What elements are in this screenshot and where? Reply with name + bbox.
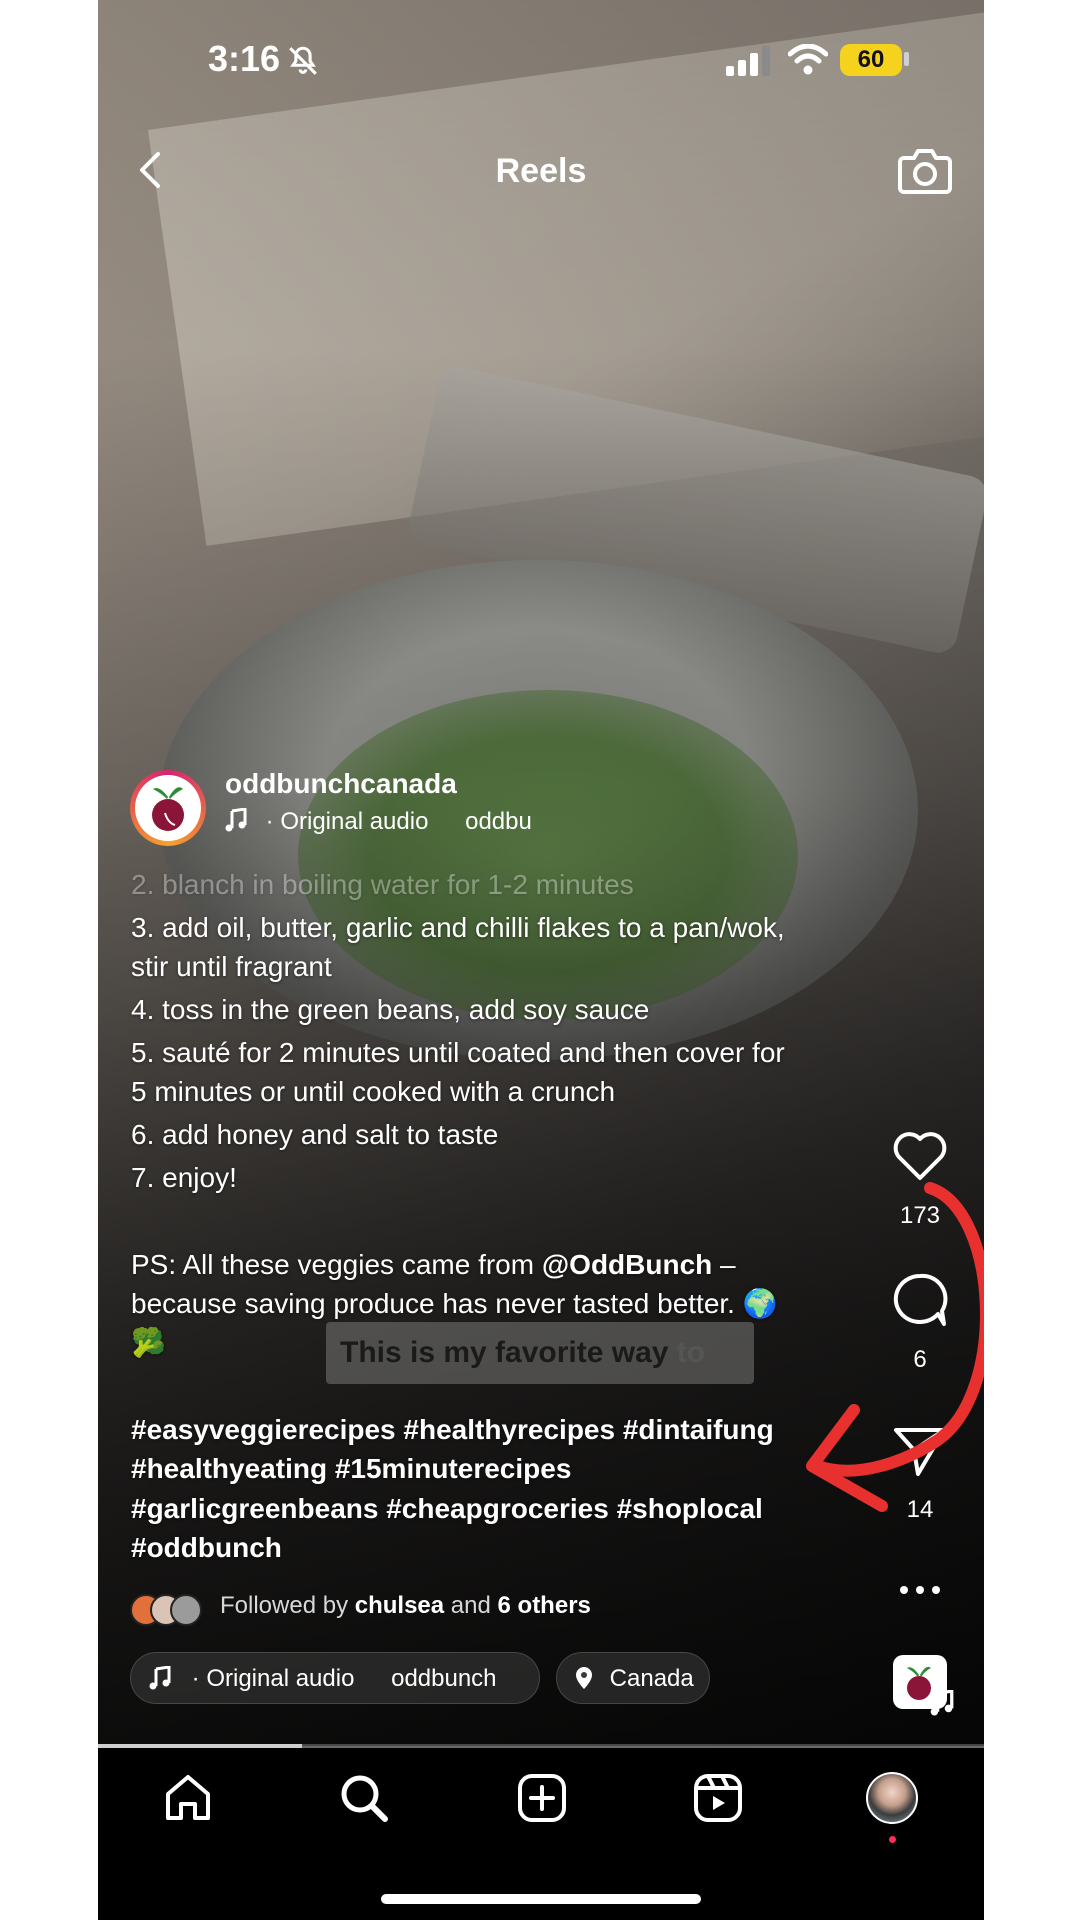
ps-suffix: – [712, 1249, 736, 1280]
ps-prefix: PS: All these veggies came from [131, 1249, 535, 1280]
caption-line: 4. toss in the green beans, add soy sauc… [131, 994, 650, 1025]
caption-line: 2. blanch in boiling water for 1-2 minut… [131, 869, 634, 900]
home-icon[interactable] [162, 1772, 214, 1824]
followed-by[interactable]: Followed by chulsea and 6 others [220, 1592, 591, 1620]
chip-audio-label: · Original audio [191, 1665, 355, 1692]
caption-line: 3. add oil, butter, garlic and chilli fl… [131, 912, 785, 943]
music-note-icon [930, 1690, 954, 1716]
battery-tip [904, 52, 909, 66]
caption-ps-line2: because saving produce has never tasted … [131, 1288, 778, 1319]
followed-by-prefix: Followed by [220, 1592, 349, 1619]
caption-line: 5 minutes or until cooked with a crunch [131, 1076, 616, 1107]
chip-audio-author: oddbunch [391, 1665, 497, 1692]
page-title: Reels [495, 152, 587, 190]
caption-line: stir until fragrant [131, 951, 332, 982]
music-note-icon [225, 807, 247, 832]
bottom-nav [98, 1748, 984, 1920]
camera-icon[interactable] [898, 146, 952, 196]
notification-dot [889, 1836, 896, 1843]
overlay-text-dim: to [668, 1336, 706, 1369]
audio-attribution[interactable]: · Original audio oddbu [225, 807, 532, 836]
mention-link[interactable]: @OddBunch [542, 1249, 712, 1280]
followed-by-and: and [450, 1592, 491, 1619]
beet-logo [135, 775, 201, 841]
home-indicator [381, 1894, 701, 1904]
profile-avatar[interactable] [866, 1772, 918, 1824]
location-pin-icon [576, 1667, 592, 1689]
username[interactable]: oddbunchcanada [225, 768, 457, 800]
followed-by-others: 6 others [497, 1592, 591, 1619]
chip-location: Canada [609, 1665, 694, 1692]
hashtag-line[interactable]: #garlicgreenbeans #cheapgroceries #shopl… [131, 1489, 851, 1528]
caption-ps-line: PS: All these veggies came from @OddBunc… [131, 1245, 851, 1284]
hashtag-line[interactable]: #easyveggierecipes #healthyrecipes #dint… [131, 1410, 851, 1449]
followed-by-user: chulsea [354, 1592, 445, 1619]
battery-level: 60 [840, 44, 902, 76]
search-icon[interactable] [338, 1772, 390, 1824]
bell-slash-icon [289, 46, 317, 75]
caption-line: 7. enjoy! [131, 1162, 237, 1193]
caption-line: 6. add honey and salt to taste [131, 1119, 499, 1150]
audio-chip[interactable]: · Original audio oddbunch [130, 1652, 540, 1704]
hashtag-line[interactable]: #healthyeating #15minuterecipes [131, 1449, 851, 1488]
annotation-arrow [806, 1182, 984, 1512]
overlay-text: This is my favorite way [340, 1336, 669, 1369]
wifi-icon [788, 44, 828, 75]
status-time: 3:16 [208, 38, 281, 79]
audio-label: · Original audio [265, 808, 429, 835]
video-text-overlay: This is my favorite way to [326, 1322, 754, 1384]
music-note-icon [149, 1665, 171, 1690]
audio-author: oddbu [465, 808, 532, 835]
more-icon[interactable] [898, 1584, 942, 1596]
follower-avatar [170, 1594, 202, 1626]
location-chip[interactable]: Canada [556, 1652, 710, 1704]
create-icon[interactable] [516, 1772, 568, 1824]
reels-icon[interactable] [692, 1772, 744, 1824]
caption-line: 5. sauté for 2 minutes until coated and … [131, 1037, 785, 1068]
signal-icon [726, 46, 770, 76]
phone-screen: 3:16 60 Reels oddbunchcanada · Original … [98, 0, 984, 1920]
avatar[interactable] [130, 770, 206, 846]
hashtag-line[interactable]: #oddbunch [131, 1528, 851, 1567]
